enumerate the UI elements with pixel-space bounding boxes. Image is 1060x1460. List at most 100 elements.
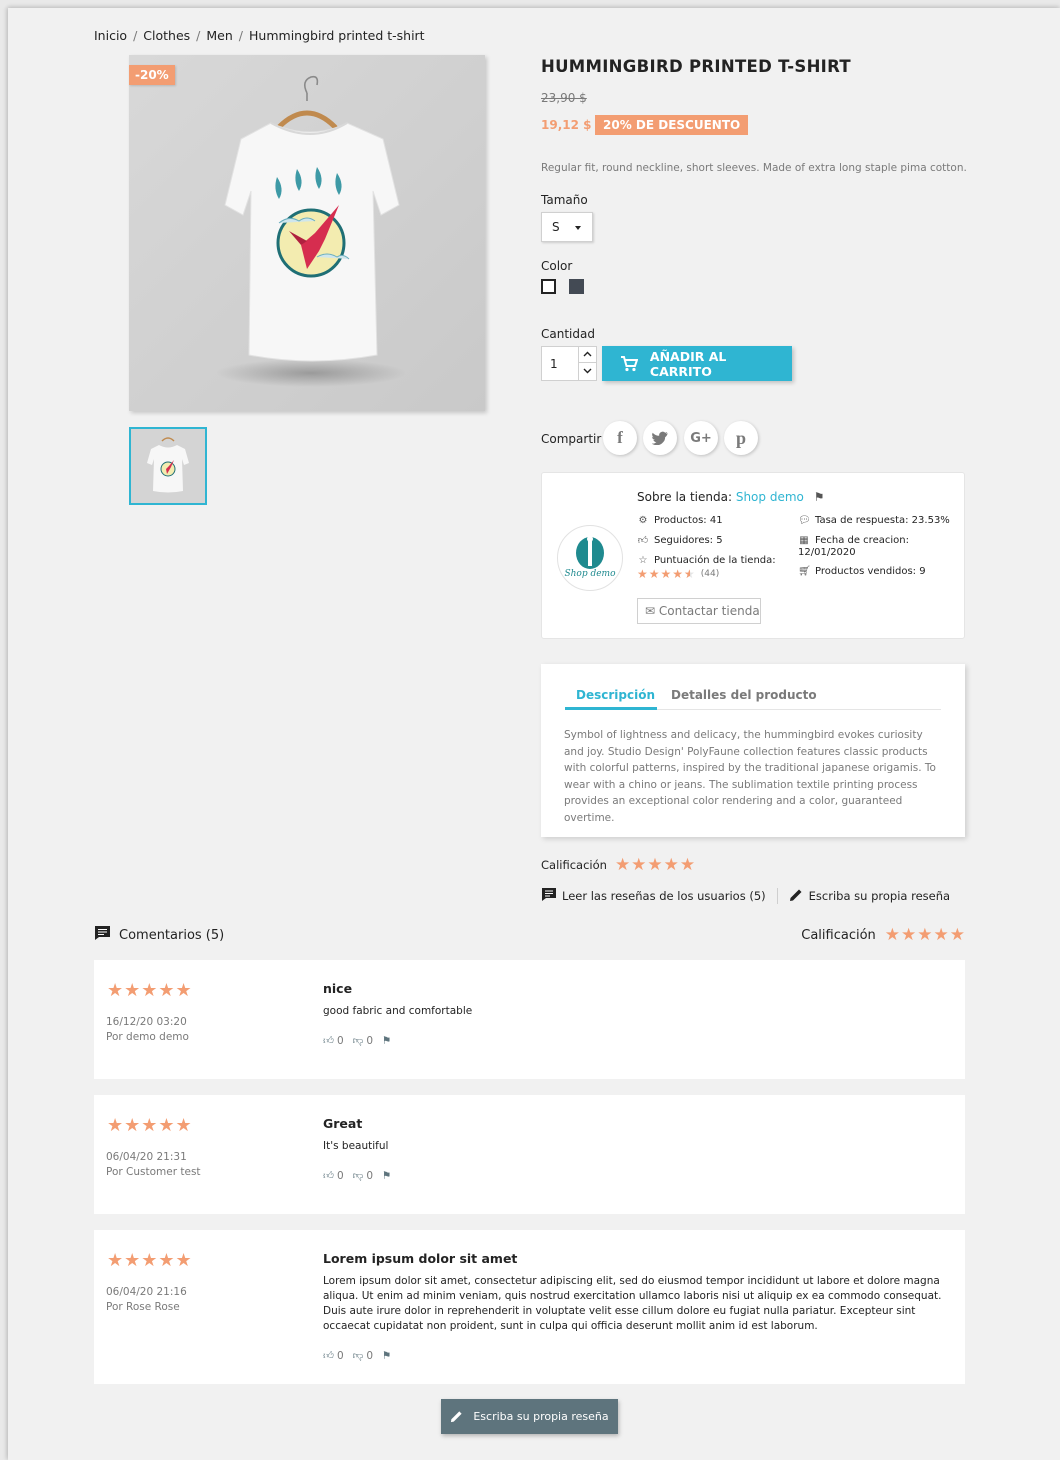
store-heading: Sobre la tienda: Shop demo ⚑: [637, 490, 824, 504]
quantity-stepper: 1: [541, 346, 597, 381]
report-flag-icon[interactable]: ⚑: [382, 1170, 391, 1182]
store-about-label: Sobre la tienda:: [637, 490, 732, 504]
breadcrumb-link-men[interactable]: Men: [206, 28, 232, 43]
product-title: HUMMINGBIRD PRINTED T-SHIRT: [541, 57, 851, 76]
discount-flag: -20%: [129, 65, 175, 85]
thumbs-down-icon: 👎︎: [352, 1350, 364, 1362]
review-item: ★★★★★ 06/04/20 21:31 Por Customer test G…: [94, 1095, 965, 1214]
tab-active-indicator: [565, 707, 657, 710]
size-select[interactable]: S: [541, 212, 593, 242]
comments-rating: Calificación ★★★★★: [801, 925, 966, 945]
calendar-icon: ▦: [799, 535, 809, 546]
store-response-rate: Tasa de respuesta: 23.53%: [815, 515, 950, 526]
review-actions: 👍︎ 0 👎︎ 0 ⚑: [323, 1169, 391, 1183]
store-logo[interactable]: Shop demo: [557, 525, 623, 591]
share-label: Compartir: [541, 432, 602, 446]
useful-button[interactable]: 👍︎ 0: [323, 1349, 344, 1363]
tshirt-illustration: [216, 75, 406, 387]
quantity-decrease-button[interactable]: [579, 363, 596, 379]
thumbs-up-icon: 👍︎: [637, 535, 649, 546]
review-date: 06/04/20 21:31: [106, 1151, 187, 1163]
read-reviews-link[interactable]: Leer las reseñas de los usuarios (5): [562, 889, 766, 903]
write-review-button[interactable]: Escriba su propia reseña: [441, 1399, 618, 1434]
product-tabs: Descripción Detalles del producto Symbol…: [541, 664, 965, 837]
star-outline-icon: ☆: [638, 555, 648, 566]
pencil-icon: [789, 888, 803, 905]
envelope-icon: ✉: [645, 604, 656, 618]
regular-price: 23,90 $: [541, 91, 587, 105]
review-body: It's beautiful: [323, 1140, 389, 1152]
not-useful-button[interactable]: 👎︎ 0: [352, 1349, 373, 1363]
store-score-count: (44): [700, 569, 720, 579]
tab-product-details[interactable]: Detalles del producto: [671, 688, 817, 702]
size-selected-value: S: [552, 220, 560, 234]
comments-rating-label: Calificación: [801, 927, 876, 943]
review-title: Lorem ipsum dolor sit amet: [323, 1251, 518, 1266]
quantity-label: Cantidad: [541, 327, 595, 341]
breadcrumb-link-home[interactable]: Inicio: [94, 28, 127, 43]
twitter-icon: [651, 431, 668, 445]
contact-store-button[interactable]: ✉ Contactar tienda: [637, 598, 761, 624]
store-created-label: Fecha de creacion:: [815, 535, 909, 546]
review-date: 16/12/20 03:20: [106, 1016, 187, 1028]
report-flag-icon[interactable]: ⚑: [382, 1035, 391, 1047]
quantity-input[interactable]: 1: [550, 357, 558, 371]
rating-stars: ★★★★★: [614, 855, 697, 875]
product-main-image[interactable]: [129, 55, 485, 411]
chat-icon: 💬︎: [798, 515, 811, 526]
write-review-label: Escriba su propia reseña: [473, 1410, 609, 1423]
pinterest-icon: p: [735, 427, 746, 448]
store-score-stars: ★★★★★★: [637, 567, 696, 581]
write-review-link[interactable]: Escriba su propia reseña: [809, 889, 950, 903]
tab-description[interactable]: Descripción: [576, 688, 655, 702]
chevron-down-icon: [575, 226, 581, 230]
review-body: good fabric and comfortable: [323, 1005, 473, 1017]
not-useful-button[interactable]: 👎︎ 0: [353, 1034, 373, 1048]
breadcrumb-link-clothes[interactable]: Clothes: [143, 28, 190, 43]
color-label: Color: [541, 259, 573, 273]
products-icon: ⚙: [638, 515, 648, 526]
googleplus-share-button[interactable]: G+: [684, 421, 718, 455]
comments-heading: Comentarios (5): [94, 925, 224, 945]
review-title: Great: [323, 1116, 363, 1131]
review-item: ★★★★★ 16/12/20 03:20 Por demo demo nice …: [94, 960, 965, 1079]
review-actions: 👍︎ 0 👎︎ 0 ⚑: [323, 1349, 391, 1363]
review-body: Lorem ipsum dolor sit amet, consectetur …: [323, 1275, 942, 1332]
discount-badge: 20% DE DESCUENTO: [595, 115, 749, 135]
not-useful-button[interactable]: 👎︎ 0: [352, 1169, 373, 1183]
useful-button[interactable]: 👍︎ 0: [323, 1034, 344, 1048]
product-thumbnail[interactable]: [129, 427, 207, 505]
review-author: Por Customer test: [106, 1166, 201, 1178]
color-swatch-gray[interactable]: [569, 279, 584, 294]
quantity-increase-button[interactable]: [579, 347, 596, 363]
review-date: 06/04/20 21:16: [106, 1286, 187, 1298]
description-text: Symbol of lightness and delicacy, the hu…: [564, 729, 936, 824]
breadcrumb-current: Hummingbird printed t-shirt: [249, 28, 425, 43]
pinterest-share-button[interactable]: p: [724, 421, 758, 455]
store-name-link[interactable]: Shop demo: [736, 490, 804, 504]
thumbs-down-icon: 👎︎: [352, 1170, 364, 1182]
review-stars: ★★★★★: [107, 1250, 193, 1271]
color-swatch-white[interactable]: [541, 279, 556, 294]
facebook-share-button[interactable]: f: [603, 421, 637, 455]
thumbs-up-icon: 👍︎: [323, 1170, 334, 1182]
comments-count: Comentarios (5): [119, 927, 225, 943]
report-flag-icon[interactable]: ⚑: [382, 1350, 391, 1362]
store-sold: Productos vendidos: 9: [815, 566, 926, 577]
store-products: Productos: 41: [654, 515, 723, 526]
twitter-share-button[interactable]: [643, 421, 677, 455]
store-info-card: Shop demo Sobre la tienda: Shop demo ⚑ ⚙…: [541, 472, 965, 639]
flag-icon[interactable]: ⚑: [814, 490, 825, 504]
comment-icon: [94, 925, 111, 945]
contact-store-label: Contactar tienda: [658, 604, 760, 618]
add-to-cart-button[interactable]: AÑADIR AL CARRITO: [602, 346, 792, 381]
thumbs-up-icon: 👍︎: [323, 1035, 334, 1047]
store-created-date: 12/01/2020: [798, 547, 856, 558]
rating-label: Calificación: [541, 858, 607, 872]
review-stars: ★★★★★: [107, 1115, 193, 1136]
comment-icon: [541, 887, 557, 905]
useful-button[interactable]: 👍︎ 0: [323, 1169, 344, 1183]
comments-rating-stars: ★★★★★: [884, 925, 966, 945]
pencil-icon: [451, 1411, 462, 1423]
store-logo-text: Shop demo: [564, 569, 616, 579]
